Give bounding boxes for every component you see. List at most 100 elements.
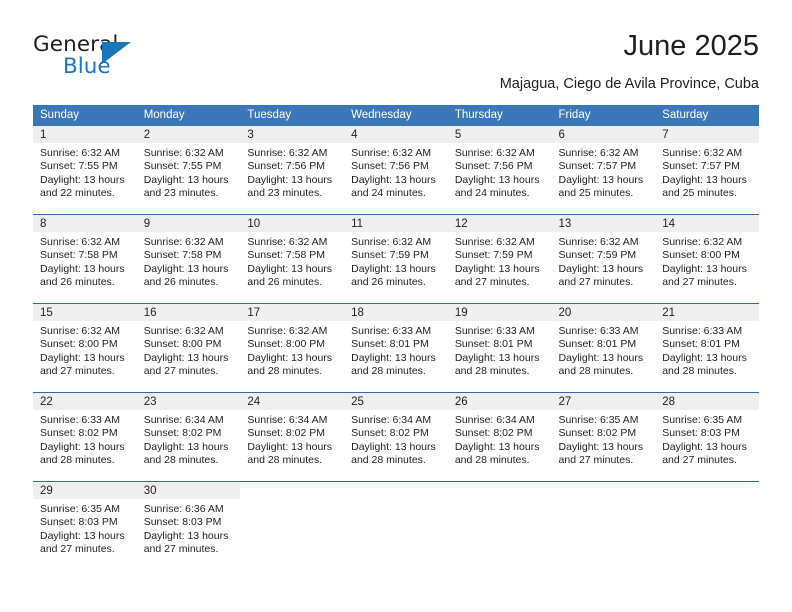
calendar-container: Sunday Monday Tuesday Wednesday Thursday… [33, 105, 759, 570]
calendar-cell[interactable]: 22 Sunrise: 6:33 AM Sunset: 8:02 PM Dayl… [33, 392, 137, 482]
day-cell[interactable]: 13 Sunrise: 6:32 AM Sunset: 7:59 PM Dayl… [551, 215, 656, 303]
day-number: 23 [136, 393, 241, 410]
sunrise-text: Sunrise: 6:36 AM [143, 503, 224, 515]
day-cell[interactable]: 4 Sunrise: 6:32 AM Sunset: 7:56 PM Dayli… [344, 126, 448, 214]
day-cell[interactable]: 25 Sunrise: 6:34 AM Sunset: 8:02 PM Dayl… [344, 393, 448, 481]
logo-text-blue: Blue [63, 54, 111, 79]
day-cell[interactable]: 29 Sunrise: 6:35 AM Sunset: 8:03 PM Dayl… [33, 482, 137, 570]
day-cell[interactable]: 14 Sunrise: 6:32 AM Sunset: 8:00 PM Dayl… [655, 215, 759, 303]
day-number: 13 [551, 215, 656, 232]
sunset-text: Sunset: 8:02 PM [558, 427, 637, 440]
day-cell[interactable]: 27 Sunrise: 6:35 AM Sunset: 8:02 PM Dayl… [551, 393, 656, 481]
calendar-cell[interactable]: 18 Sunrise: 6:33 AM Sunset: 8:01 PM Dayl… [344, 303, 448, 393]
calendar-cell[interactable]: 9 Sunrise: 6:32 AM Sunset: 7:58 PM Dayli… [136, 214, 241, 304]
day-cell[interactable]: 1 Sunrise: 6:32 AM Sunset: 7:55 PM Dayli… [33, 126, 137, 214]
day-number [344, 482, 448, 499]
calendar-cell[interactable]: 17 Sunrise: 6:32 AM Sunset: 8:00 PM Dayl… [240, 303, 345, 393]
day-number: 21 [655, 304, 759, 321]
daylight-text-line2: and 27 minutes. [143, 543, 219, 556]
calendar-cell[interactable]: 3 Sunrise: 6:32 AM Sunset: 7:56 PM Dayli… [240, 126, 345, 215]
calendar-cell[interactable]: 23 Sunrise: 6:34 AM Sunset: 8:02 PM Dayl… [136, 392, 241, 482]
sunrise-text: Sunrise: 6:34 AM [454, 414, 535, 426]
weekday-header-tuesday: Tuesday [240, 105, 345, 126]
sunset-text: Sunset: 7:55 PM [40, 160, 118, 173]
day-details: Sunrise: 6:32 AM Sunset: 7:56 PM Dayligh… [240, 143, 344, 201]
day-cell[interactable]: 9 Sunrise: 6:32 AM Sunset: 7:58 PM Dayli… [136, 215, 241, 303]
daylight-text-line2: and 27 minutes. [40, 365, 115, 378]
calendar-cell[interactable]: 2 Sunrise: 6:32 AM Sunset: 7:55 PM Dayli… [136, 126, 241, 215]
calendar-cell[interactable]: 12 Sunrise: 6:32 AM Sunset: 7:59 PM Dayl… [447, 214, 552, 304]
calendar-cell[interactable]: 28 Sunrise: 6:35 AM Sunset: 8:03 PM Dayl… [655, 392, 759, 482]
calendar-cell[interactable]: 8 Sunrise: 6:32 AM Sunset: 7:58 PM Dayli… [33, 214, 137, 304]
day-cell[interactable]: 19 Sunrise: 6:33 AM Sunset: 8:01 PM Dayl… [447, 304, 552, 392]
sunrise-text: Sunrise: 6:32 AM [351, 236, 432, 248]
day-cell[interactable]: 22 Sunrise: 6:33 AM Sunset: 8:02 PM Dayl… [33, 393, 137, 481]
calendar-cell[interactable]: 21 Sunrise: 6:33 AM Sunset: 8:01 PM Dayl… [655, 303, 759, 393]
day-cell[interactable]: 24 Sunrise: 6:34 AM Sunset: 8:02 PM Dayl… [240, 393, 345, 481]
calendar-cell[interactable]: 24 Sunrise: 6:34 AM Sunset: 8:02 PM Dayl… [240, 392, 345, 482]
day-number: 4 [344, 126, 448, 143]
day-cell[interactable]: 23 Sunrise: 6:34 AM Sunset: 8:02 PM Dayl… [136, 393, 241, 481]
day-cell[interactable]: 11 Sunrise: 6:32 AM Sunset: 7:59 PM Dayl… [344, 215, 448, 303]
day-cell[interactable]: 15 Sunrise: 6:32 AM Sunset: 8:00 PM Dayl… [33, 304, 137, 392]
day-details: Sunrise: 6:32 AM Sunset: 7:55 PM Dayligh… [137, 143, 241, 201]
sunrise-text: Sunrise: 6:32 AM [247, 325, 328, 337]
day-number: 15 [33, 304, 137, 321]
day-cell[interactable]: 6 Sunrise: 6:32 AM Sunset: 7:57 PM Dayli… [551, 126, 656, 214]
calendar-cell[interactable]: 15 Sunrise: 6:32 AM Sunset: 8:00 PM Dayl… [33, 303, 137, 393]
day-number: 3 [240, 126, 345, 143]
daylight-text-line1: Daylight: 13 hours [454, 440, 540, 453]
day-cell[interactable]: 3 Sunrise: 6:32 AM Sunset: 7:56 PM Dayli… [240, 126, 345, 214]
calendar-cell[interactable]: 10 Sunrise: 6:32 AM Sunset: 7:58 PM Dayl… [240, 214, 345, 304]
sunrise-text: Sunrise: 6:33 AM [558, 325, 639, 337]
day-cell[interactable]: 28 Sunrise: 6:35 AM Sunset: 8:03 PM Dayl… [655, 393, 759, 481]
general-blue-logo[interactable]: General Blue [33, 32, 148, 84]
day-number: 27 [551, 393, 656, 410]
day-cell[interactable]: 8 Sunrise: 6:32 AM Sunset: 7:58 PM Dayli… [33, 215, 137, 303]
weekday-header-saturday: Saturday [655, 105, 759, 126]
day-details: Sunrise: 6:34 AM Sunset: 8:02 PM Dayligh… [240, 410, 344, 468]
day-cell[interactable]: 7 Sunrise: 6:32 AM Sunset: 7:57 PM Dayli… [655, 126, 759, 214]
calendar-cell[interactable]: 25 Sunrise: 6:34 AM Sunset: 8:02 PM Dayl… [344, 392, 448, 482]
daylight-text-line2: and 28 minutes. [143, 454, 219, 467]
calendar-cell[interactable]: 1 Sunrise: 6:32 AM Sunset: 7:55 PM Dayli… [33, 126, 137, 215]
day-cell[interactable]: 26 Sunrise: 6:34 AM Sunset: 8:02 PM Dayl… [447, 393, 552, 481]
day-cell[interactable]: 16 Sunrise: 6:32 AM Sunset: 8:00 PM Dayl… [136, 304, 241, 392]
day-cell[interactable]: 18 Sunrise: 6:33 AM Sunset: 8:01 PM Dayl… [344, 304, 448, 392]
calendar-cell[interactable]: 19 Sunrise: 6:33 AM Sunset: 8:01 PM Dayl… [447, 303, 552, 393]
day-cell[interactable]: 30 Sunrise: 6:36 AM Sunset: 8:03 PM Dayl… [136, 482, 241, 570]
sunrise-text: Sunrise: 6:32 AM [143, 325, 224, 337]
calendar-cell[interactable]: 4 Sunrise: 6:32 AM Sunset: 7:56 PM Dayli… [344, 126, 448, 215]
day-cell[interactable]: 20 Sunrise: 6:33 AM Sunset: 8:01 PM Dayl… [551, 304, 656, 392]
day-cell[interactable]: 21 Sunrise: 6:33 AM Sunset: 8:01 PM Dayl… [655, 304, 759, 392]
daylight-text-line2: and 26 minutes. [143, 276, 219, 289]
calendar-cell[interactable]: 16 Sunrise: 6:32 AM Sunset: 8:00 PM Dayl… [136, 303, 241, 393]
calendar-cell[interactable]: 27 Sunrise: 6:35 AM Sunset: 8:02 PM Dayl… [551, 392, 656, 482]
calendar-cell[interactable]: 7 Sunrise: 6:32 AM Sunset: 7:57 PM Dayli… [655, 126, 759, 215]
daylight-text-line2: and 28 minutes. [351, 454, 426, 467]
day-details: Sunrise: 6:34 AM Sunset: 8:02 PM Dayligh… [344, 410, 448, 468]
day-number: 7 [655, 126, 759, 143]
calendar-cell[interactable]: 20 Sunrise: 6:33 AM Sunset: 8:01 PM Dayl… [551, 303, 656, 393]
sunrise-text: Sunrise: 6:32 AM [662, 236, 743, 248]
calendar-cell[interactable]: 14 Sunrise: 6:32 AM Sunset: 8:00 PM Dayl… [655, 214, 759, 304]
calendar-cell[interactable]: 29 Sunrise: 6:35 AM Sunset: 8:03 PM Dayl… [33, 481, 137, 570]
daylight-text-line2: and 28 minutes. [351, 365, 426, 378]
calendar-cell[interactable]: 26 Sunrise: 6:34 AM Sunset: 8:02 PM Dayl… [447, 392, 552, 482]
sunset-text: Sunset: 8:00 PM [662, 249, 740, 262]
day-cell[interactable]: 2 Sunrise: 6:32 AM Sunset: 7:55 PM Dayli… [136, 126, 241, 214]
day-cell[interactable]: 17 Sunrise: 6:32 AM Sunset: 8:00 PM Dayl… [240, 304, 345, 392]
day-details: Sunrise: 6:33 AM Sunset: 8:01 PM Dayligh… [448, 321, 552, 379]
day-cell[interactable]: 10 Sunrise: 6:32 AM Sunset: 7:58 PM Dayl… [240, 215, 345, 303]
calendar-cell[interactable]: 6 Sunrise: 6:32 AM Sunset: 7:57 PM Dayli… [551, 126, 656, 215]
day-cell[interactable]: 12 Sunrise: 6:32 AM Sunset: 7:59 PM Dayl… [447, 215, 552, 303]
weekday-header-thursday: Thursday [447, 105, 552, 126]
calendar-cell[interactable]: 13 Sunrise: 6:32 AM Sunset: 7:59 PM Dayl… [551, 214, 656, 304]
day-cell[interactable]: 5 Sunrise: 6:32 AM Sunset: 7:56 PM Dayli… [447, 126, 552, 214]
daylight-text-line2: and 28 minutes. [558, 365, 634, 378]
calendar-cell[interactable]: 30 Sunrise: 6:36 AM Sunset: 8:03 PM Dayl… [136, 481, 241, 570]
calendar-cell[interactable]: 5 Sunrise: 6:32 AM Sunset: 7:56 PM Dayli… [447, 126, 552, 215]
calendar-cell[interactable]: 11 Sunrise: 6:32 AM Sunset: 7:59 PM Dayl… [344, 214, 448, 304]
daylight-text-line1: Daylight: 13 hours [662, 173, 747, 186]
day-details: Sunrise: 6:32 AM Sunset: 8:00 PM Dayligh… [655, 232, 759, 290]
